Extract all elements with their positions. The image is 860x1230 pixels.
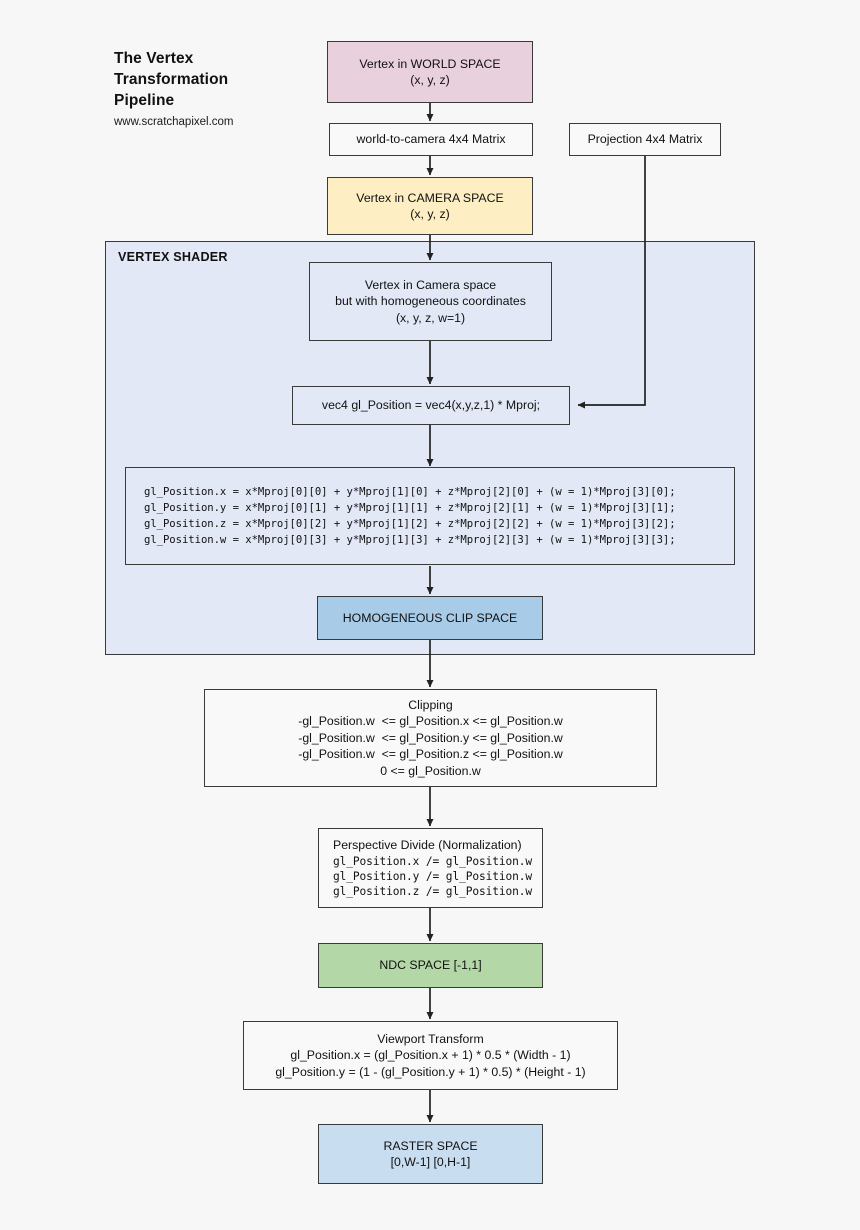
- node-ndc-space[interactable]: NDC SPACE [-1,1]: [318, 943, 543, 988]
- projection-matrix-label: Projection 4x4 Matrix: [587, 132, 703, 147]
- node-perspective-divide[interactable]: Perspective Divide (Normalization) gl_Po…: [318, 828, 543, 908]
- diagram-canvas: The Vertex Transformation Pipeline www.s…: [0, 0, 860, 1230]
- title-line-3: Pipeline: [114, 92, 175, 109]
- ndc-space-label: NDC SPACE [-1,1]: [379, 958, 482, 973]
- camera-space-line-1: Vertex in CAMERA SPACE: [356, 190, 504, 205]
- title-line-1: The Vertex: [114, 50, 194, 67]
- clipping-line-2: -gl_Position.w <= gl_Position.x <= gl_Po…: [298, 714, 563, 729]
- node-homogeneous-vertex[interactable]: Vertex in Camera space but with homogene…: [309, 262, 552, 341]
- node-raster-space[interactable]: RASTER SPACE [0,W-1] [0,H-1]: [318, 1124, 543, 1184]
- matrix-code-line-3: gl_Position.z = x*Mproj[0][2] + y*Mproj[…: [144, 518, 676, 530]
- perspective-divide-line-1: Perspective Divide (Normalization): [333, 838, 522, 853]
- world-space-line-2: (x, y, z): [410, 73, 450, 87]
- node-projection-matrix[interactable]: Projection 4x4 Matrix: [569, 123, 721, 156]
- viewport-transform-line-1: Viewport Transform: [377, 1031, 484, 1046]
- clipping-line-4: -gl_Position.w <= gl_Position.z <= gl_Po…: [298, 747, 563, 762]
- node-camera-space[interactable]: Vertex in CAMERA SPACE (x, y, z): [327, 177, 533, 235]
- homogeneous-vertex-line-2: but with homogeneous coordinates: [335, 294, 526, 309]
- camera-space-line-2: (x, y, z): [410, 207, 450, 221]
- clipping-line-5: 0 <= gl_Position.w: [380, 763, 481, 778]
- node-viewport-transform[interactable]: Viewport Transform gl_Position.x = (gl_P…: [243, 1021, 618, 1090]
- clipping-line-1: Clipping: [408, 697, 453, 712]
- matrix-code-line-4: gl_Position.w = x*Mproj[0][3] + y*Mproj[…: [144, 534, 676, 546]
- matrix-code-line-1: gl_Position.x = x*Mproj[0][0] + y*Mproj[…: [144, 486, 676, 498]
- perspective-divide-line-4: gl_Position.z /= gl_Position.w: [333, 884, 533, 898]
- world-space-line-1: Vertex in WORLD SPACE: [359, 56, 501, 71]
- raster-space-line-2: [0,W-1] [0,H-1]: [390, 1155, 471, 1169]
- title-url: www.scratchapixel.com: [114, 116, 234, 128]
- node-world-space[interactable]: Vertex in WORLD SPACE (x, y, z): [327, 41, 533, 103]
- vertex-shader-label: VERTEX SHADER: [118, 250, 228, 264]
- node-gl-position-assignment[interactable]: vec4 gl_Position = vec4(x,y,z,1) * Mproj…: [292, 386, 570, 425]
- clipping-line-3: -gl_Position.w <= gl_Position.y <= gl_Po…: [298, 730, 563, 745]
- node-world-to-camera-matrix[interactable]: world-to-camera 4x4 Matrix: [329, 123, 533, 156]
- node-clipping[interactable]: Clipping -gl_Position.w <= gl_Position.x…: [204, 689, 657, 787]
- world-to-camera-matrix-label: world-to-camera 4x4 Matrix: [356, 132, 506, 147]
- title-line-2: Transformation: [114, 71, 229, 88]
- clip-space-label: HOMOGENEOUS CLIP SPACE: [342, 610, 518, 625]
- diagram-title: The Vertex Transformation Pipeline www.s…: [114, 48, 344, 130]
- viewport-transform-line-3: gl_Position.y = (1 - (gl_Position.y + 1)…: [275, 1064, 586, 1079]
- perspective-divide-line-2: gl_Position.x /= gl_Position.w: [333, 854, 533, 868]
- viewport-transform-line-2: gl_Position.x = (gl_Position.x + 1) * 0.…: [290, 1048, 571, 1063]
- node-matrix-multiplication-code[interactable]: gl_Position.x = x*Mproj[0][0] + y*Mproj[…: [125, 467, 735, 565]
- perspective-divide-line-3: gl_Position.y /= gl_Position.w: [333, 869, 533, 883]
- node-homogeneous-clip-space[interactable]: HOMOGENEOUS CLIP SPACE: [317, 596, 543, 640]
- homogeneous-vertex-line-3: (x, y, z, w=1): [395, 310, 466, 325]
- matrix-code-line-2: gl_Position.y = x*Mproj[0][1] + y*Mproj[…: [144, 502, 676, 514]
- homogeneous-vertex-line-1: Vertex in Camera space: [364, 277, 497, 292]
- raster-space-line-1: RASTER SPACE: [383, 1138, 478, 1153]
- gl-position-assignment-label: vec4 gl_Position = vec4(x,y,z,1) * Mproj…: [321, 398, 541, 413]
